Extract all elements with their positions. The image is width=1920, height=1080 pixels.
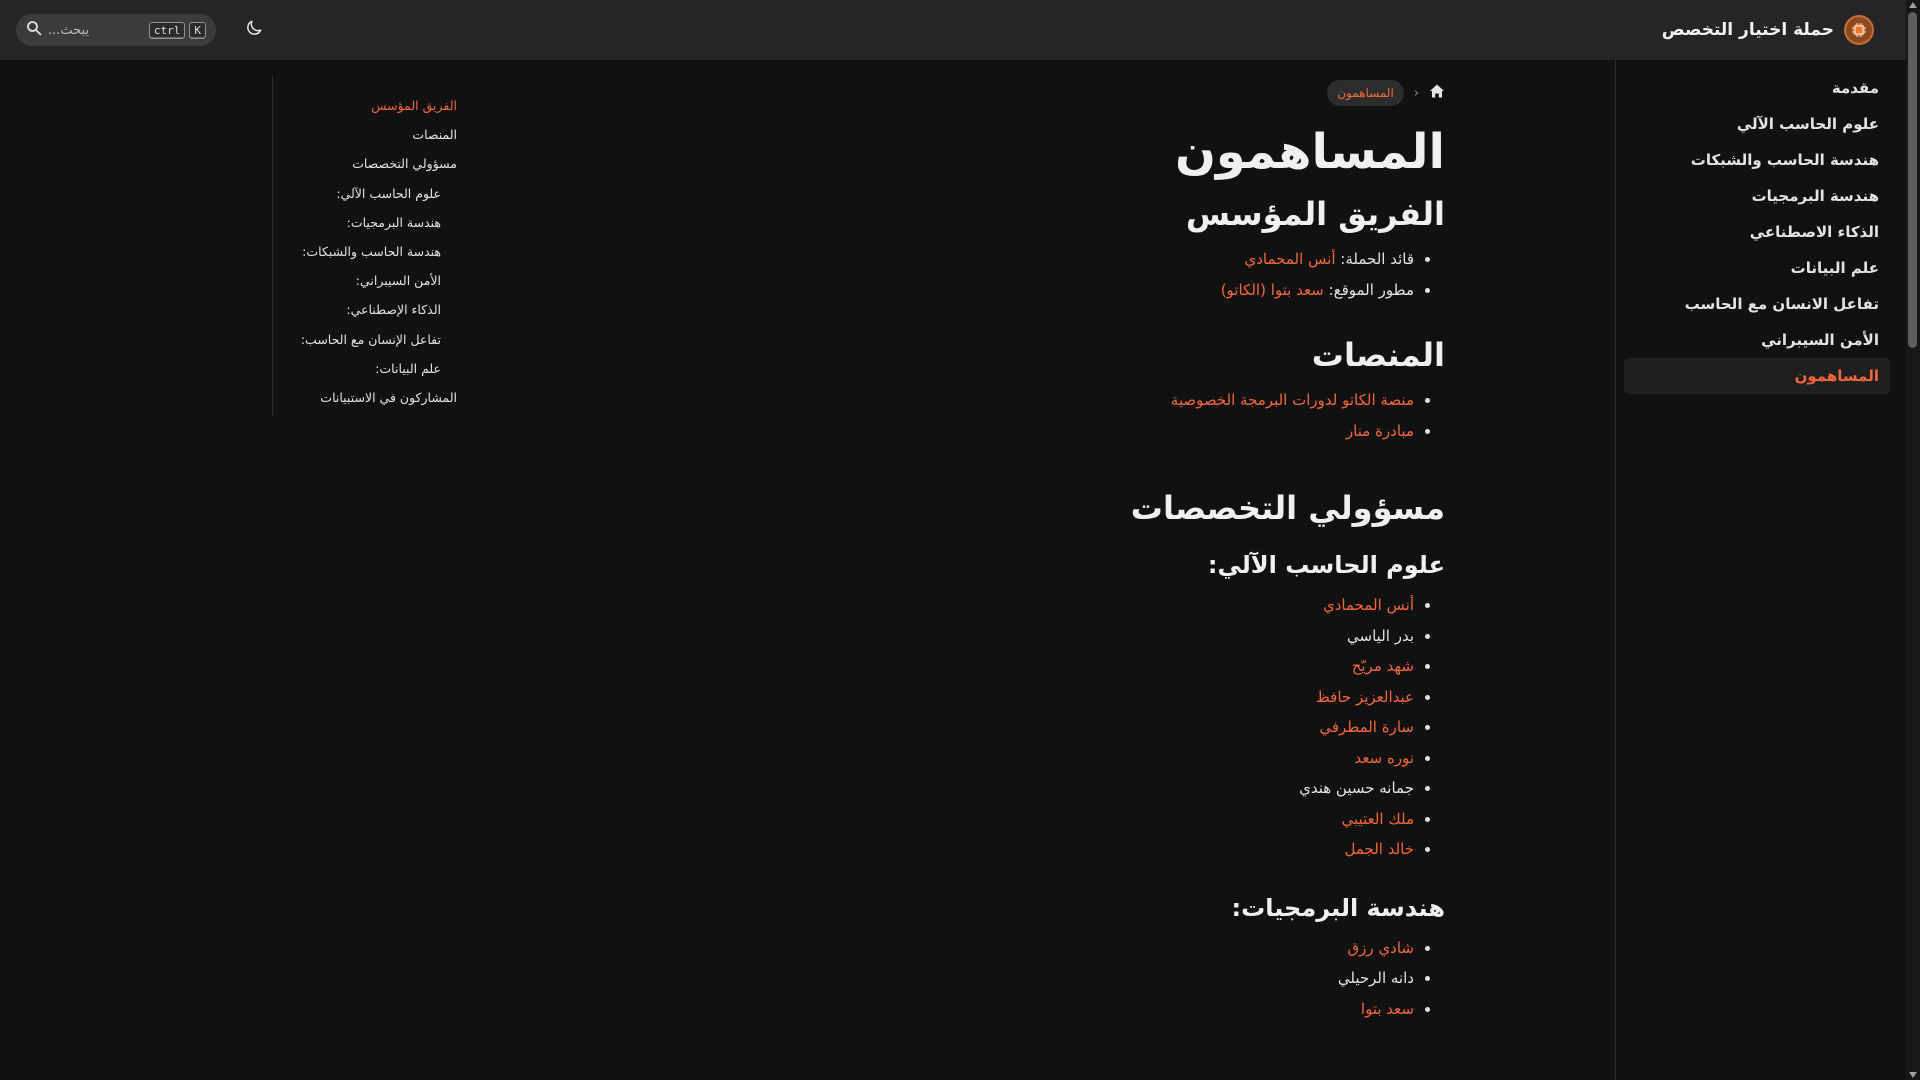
- search-input[interactable]: [48, 22, 143, 38]
- breadcrumb: ‹ المساهمون: [885, 78, 1445, 108]
- heading-software-engineering: هندسة البرمجيات:: [1231, 893, 1445, 922]
- role-label: مطور الموقع:: [1323, 280, 1414, 299]
- moon-icon: [244, 18, 264, 42]
- subsection-computer-science: علوم الحاسب الآلي: أنس المحمادي بدر اليا…: [885, 548, 1445, 865]
- person-link[interactable]: سارة المطرفي: [1319, 718, 1414, 736]
- toc-item-computer-engineering[interactable]: هندسة الحاسب والشبكات:: [289, 237, 457, 266]
- theme-toggle-button[interactable]: [244, 18, 264, 42]
- list-item: شهد مريّح: [885, 651, 1414, 682]
- list-item: جمانه حسين هندي: [885, 773, 1414, 804]
- scroll-up-arrow-icon[interactable]: [1909, 2, 1917, 8]
- heading-computer-science: علوم الحاسب الآلي:: [1207, 551, 1445, 579]
- computer-science-list: أنس المحمادي بدر الياسي شهد مريّح عبدالع…: [885, 590, 1445, 865]
- list-item: خالد الجمل: [885, 834, 1414, 865]
- toc-item-survey-participants[interactable]: المشاركون في الاستبيانات: [289, 383, 457, 412]
- list-item: أنس المحمادي: [885, 590, 1414, 621]
- scroll-down-arrow-icon[interactable]: [1909, 1072, 1917, 1078]
- list-item: ملك العتيبي: [885, 804, 1414, 835]
- chevron-left-icon: ‹: [1413, 85, 1419, 101]
- page-scrollbar[interactable]: [1906, 0, 1920, 1080]
- sidebar-item-intro[interactable]: مقدمة: [1624, 70, 1890, 106]
- brand-link[interactable]: حملة اختيار التخصص: [1662, 15, 1874, 45]
- heading-specialty-leads: مسؤولي التخصصات: [1130, 489, 1445, 527]
- page-title: المساهمون: [1174, 124, 1445, 180]
- toc-item-founders[interactable]: الفريق المؤسس: [289, 91, 457, 120]
- list-item: نوره سعد: [885, 743, 1414, 774]
- sidebar-item-ai[interactable]: الذكاء الاصطناعي: [1624, 214, 1890, 250]
- list-item: منصة الكاتو لدورات البرمجة الخصوصية: [885, 385, 1414, 416]
- list-item: شادي رزق: [885, 933, 1414, 964]
- section-specialty-leads: مسؤولي التخصصات علوم الحاسب الآلي: أنس ا…: [885, 486, 1445, 1024]
- toc-item-hci[interactable]: تفاعل الإنسان مع الحاسب:: [289, 325, 457, 354]
- site-title: حملة اختيار التخصص: [1661, 20, 1834, 40]
- toc-item-software-engineering[interactable]: هندسة البرمجيات:: [289, 208, 457, 237]
- role-label: قائد الحملة:: [1335, 250, 1414, 268]
- heading-platforms: المنصات: [1311, 336, 1445, 374]
- list-item: بدر الياسي: [885, 621, 1414, 652]
- person-link[interactable]: شهد مريّح: [1352, 657, 1414, 675]
- person-link[interactable]: ملك العتيبي: [1342, 810, 1414, 828]
- sidebar-item-cybersecurity[interactable]: الأمن السيبراني: [1624, 322, 1890, 358]
- person-link[interactable]: سعد بتوا (الكاتو): [1221, 281, 1324, 299]
- sidebar-item-computer-science[interactable]: علوم الحاسب الآلي: [1624, 106, 1890, 142]
- person-link[interactable]: شادي رزق: [1348, 939, 1414, 957]
- toc-item-data-science[interactable]: علم البيانات:: [289, 354, 457, 383]
- list-item: دانه الرحيلي: [885, 963, 1414, 994]
- platforms-list: منصة الكاتو لدورات البرمجة الخصوصية مباد…: [885, 385, 1445, 446]
- list-item: سعد بتوا: [885, 994, 1414, 1025]
- list-item: قائد الحملة: أنس المحمادي: [885, 244, 1414, 275]
- list-item: عبدالعزيز حافظ: [885, 682, 1414, 713]
- platform-link[interactable]: منصة الكاتو لدورات البرمجة الخصوصية: [1171, 391, 1414, 409]
- list-item: مطور الموقع: سعد بتوا (الكاتو): [885, 275, 1414, 306]
- person-link[interactable]: خالد الجمل: [1344, 840, 1414, 858]
- person-name: جمانه حسين هندي: [1299, 779, 1414, 797]
- toc-item-ai[interactable]: الذكاء الإصطناعي:: [289, 295, 457, 324]
- circuit-logo-icon: [1844, 15, 1874, 45]
- sidebar-item-computer-engineering[interactable]: هندسة الحاسب والشبكات: [1624, 142, 1890, 178]
- toc-item-platforms[interactable]: المنصات: [289, 120, 457, 149]
- person-name: دانه الرحيلي: [1337, 969, 1414, 987]
- docs-sidebar: مقدمة علوم الحاسب الآلي هندسة الحاسب وال…: [1615, 60, 1898, 1080]
- person-link[interactable]: أنس المحمادي: [1245, 250, 1336, 268]
- software-engineering-list: شادي رزق دانه الرحيلي سعد بتوا: [885, 933, 1445, 1025]
- person-link[interactable]: عبدالعزيز حافظ: [1316, 688, 1414, 706]
- heading-founders: الفريق المؤسس: [1185, 195, 1445, 233]
- search-shortcut: ctrl K: [148, 21, 206, 39]
- founders-list: قائد الحملة: أنس المحمادي مطور الموقع: س…: [885, 244, 1445, 305]
- breadcrumb-current: المساهمون: [1327, 80, 1404, 106]
- toc-item-computer-science[interactable]: علوم الحاسب الآلي:: [289, 179, 457, 208]
- sidebar-item-data-science[interactable]: علم البيانات: [1624, 250, 1890, 286]
- table-of-contents: الفريق المؤسس المنصات مسؤولي التخصصات عل…: [272, 76, 457, 417]
- person-link[interactable]: سعد بتوا: [1361, 1000, 1414, 1018]
- toc-item-cybersecurity[interactable]: الأمن السيبراني:: [289, 266, 457, 295]
- scrollbar-thumb[interactable]: [1908, 12, 1917, 348]
- sidebar-item-software-engineering[interactable]: هندسة البرمجيات: [1624, 178, 1890, 214]
- search-bar[interactable]: ctrl K: [16, 14, 216, 46]
- search-icon: [26, 20, 42, 40]
- kbd-k: K: [189, 21, 206, 39]
- main-content: ‹ المساهمون المساهمون الفريق المؤسس قائد…: [885, 60, 1445, 1050]
- person-link[interactable]: نوره سعد: [1355, 749, 1414, 767]
- section-founders: الفريق المؤسس قائد الحملة: أنس المحمادي …: [885, 192, 1445, 305]
- section-platforms: المنصات منصة الكاتو لدورات البرمجة الخصو…: [885, 333, 1445, 446]
- sidebar-item-hci[interactable]: تفاعل الانسان مع الحاسب: [1624, 286, 1890, 322]
- navbar-tools: ctrl K: [16, 0, 264, 60]
- top-navbar: حملة اختيار التخصص ctrl K: [0, 0, 1920, 60]
- toc-item-specialty-leads[interactable]: مسؤولي التخصصات: [289, 149, 457, 178]
- breadcrumb-home[interactable]: [1429, 83, 1445, 103]
- kbd-ctrl: ctrl: [148, 21, 186, 39]
- person-name: بدر الياسي: [1347, 626, 1414, 645]
- list-item: مبادرة منار: [885, 416, 1414, 447]
- home-icon: [1429, 83, 1445, 103]
- person-link[interactable]: أنس المحمادي: [1323, 596, 1414, 614]
- subsection-software-engineering: هندسة البرمجيات: شادي رزق دانه الرحيلي س…: [885, 891, 1445, 1025]
- sidebar-item-contributors[interactable]: المساهمون: [1624, 358, 1890, 394]
- platform-link[interactable]: مبادرة منار: [1346, 422, 1414, 440]
- list-item: سارة المطرفي: [885, 712, 1414, 743]
